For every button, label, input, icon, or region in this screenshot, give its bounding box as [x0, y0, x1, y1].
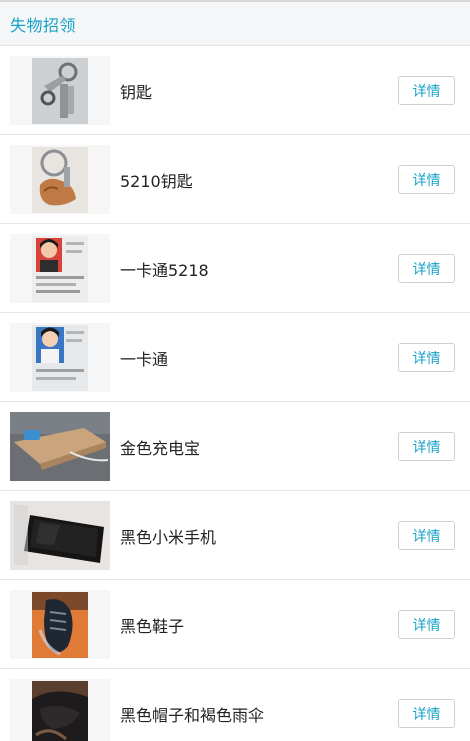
item-name: 一卡通5218	[120, 260, 209, 280]
list-item[interactable]: 钥匙 详情	[0, 46, 470, 135]
phone-photo-icon	[10, 501, 110, 570]
item-photo	[10, 145, 110, 214]
detail-button[interactable]: 详情	[398, 254, 455, 283]
item-name: 一卡通	[120, 349, 169, 369]
detail-button[interactable]: 详情	[398, 699, 455, 728]
detail-button[interactable]: 详情	[398, 432, 455, 461]
item-photo	[10, 590, 110, 659]
item-photo	[10, 234, 110, 303]
list-item[interactable]: 黑色帽子和褐色雨伞 详情	[0, 669, 470, 741]
item-name: 黑色帽子和褐色雨伞	[120, 705, 265, 725]
item-name: 黑色小米手机	[120, 527, 217, 547]
list-item[interactable]: 5210钥匙 详情	[0, 135, 470, 224]
item-name: 黑色鞋子	[120, 616, 185, 636]
item-photo	[10, 412, 110, 481]
keychain-photo-icon	[10, 145, 110, 214]
detail-button[interactable]: 详情	[398, 76, 455, 105]
id-card-photo-icon	[10, 323, 110, 392]
list-item[interactable]: 一卡通5218 详情	[0, 224, 470, 313]
item-photo	[10, 679, 110, 741]
list-item[interactable]: 一卡通 详情	[0, 313, 470, 402]
detail-button[interactable]: 详情	[398, 521, 455, 550]
detail-button[interactable]: 详情	[398, 343, 455, 372]
detail-button[interactable]: 详情	[398, 165, 455, 194]
list-item[interactable]: 金色充电宝 详情	[0, 402, 470, 491]
item-photo	[10, 323, 110, 392]
lost-found-list: 钥匙 详情 5210钥匙 详情 一卡通5218 详情 一卡通 详情 金色充电宝 …	[0, 46, 470, 741]
id-card-photo-icon	[10, 234, 110, 303]
detail-button[interactable]: 详情	[398, 610, 455, 639]
item-name: 金色充电宝	[120, 438, 201, 458]
item-photo	[10, 501, 110, 570]
page-title: 失物招领	[10, 15, 77, 35]
keys-photo-icon	[10, 56, 110, 125]
list-item[interactable]: 黑色鞋子 详情	[0, 580, 470, 669]
power-bank-photo-icon	[10, 412, 110, 481]
list-item[interactable]: 黑色小米手机 详情	[0, 491, 470, 580]
item-name: 5210钥匙	[120, 171, 193, 191]
hat-umbrella-photo-icon	[10, 679, 110, 741]
page-header: 失物招领	[0, 0, 470, 46]
item-name: 钥匙	[120, 82, 153, 102]
item-photo	[10, 56, 110, 125]
shoe-photo-icon	[10, 590, 110, 659]
